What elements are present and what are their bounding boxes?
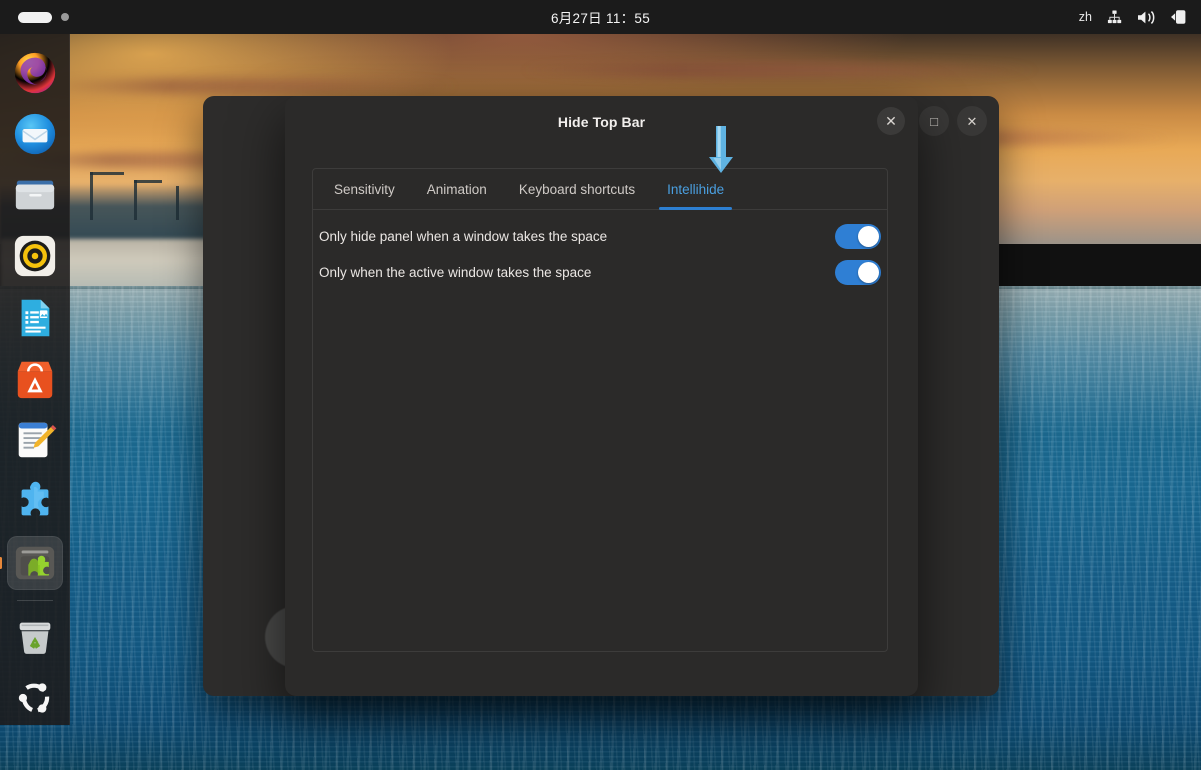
ubuntu-software-icon — [12, 356, 58, 402]
dock-item-files[interactable] — [7, 169, 63, 222]
parent-maximize-button[interactable]: □ — [919, 106, 949, 136]
status-area[interactable]: zh — [1079, 9, 1201, 25]
toggle-only-hide-panel[interactable] — [835, 224, 881, 249]
setting-row-only-hide-panel: Only hide panel when a window takes the … — [319, 218, 881, 254]
dialog-close-button[interactable]: ✕ — [877, 107, 905, 135]
extension-manager-icon — [12, 540, 58, 586]
tab-animation[interactable]: Animation — [411, 169, 503, 209]
wallpaper-crane — [176, 186, 179, 220]
top-bar: 6月27日 11：55 zh — [0, 0, 1201, 34]
activities-button[interactable] — [0, 12, 69, 23]
setting-row-only-active-window: Only when the active window takes the sp… — [319, 254, 881, 290]
toggle-knob — [858, 226, 879, 247]
tab-intellihide[interactable]: Intellihide — [651, 169, 740, 209]
dock-item-libreoffice-impress[interactable] — [7, 291, 63, 344]
show-applications-icon — [12, 675, 58, 721]
annotation-arrow-icon — [705, 126, 737, 174]
hide-top-bar-dialog: Hide Top Bar ✕ Sensitivity Animation Key… — [285, 96, 918, 696]
setting-label: Only hide panel when a window takes the … — [319, 229, 607, 244]
dock-item-ubuntu-software[interactable] — [7, 352, 63, 405]
wallpaper-crane — [134, 180, 137, 220]
dock-item-thunderbird[interactable] — [7, 107, 63, 160]
activities-dot-icon — [61, 13, 69, 21]
dialog-body: Sensitivity Animation Keyboard shortcuts… — [312, 168, 888, 652]
text-editor-icon — [12, 417, 58, 463]
dock-item-extension-manager[interactable] — [7, 536, 63, 589]
rhythmbox-icon — [12, 233, 58, 279]
activities-pill-icon — [18, 12, 52, 23]
wallpaper-crane — [134, 180, 162, 183]
setting-label: Only when the active window takes the sp… — [319, 265, 591, 280]
dock-item-trash[interactable] — [7, 610, 63, 663]
network-icon[interactable] — [1106, 10, 1123, 25]
firefox-icon — [12, 50, 58, 96]
libreoffice-impress-icon — [12, 295, 58, 341]
dock-item-rhythmbox[interactable] — [7, 230, 63, 283]
settings-list: Only hide panel when a window takes the … — [313, 210, 887, 290]
dialog-titlebar: Hide Top Bar ✕ — [285, 96, 918, 148]
battery-icon[interactable] — [1170, 9, 1187, 25]
tab-bar: Sensitivity Animation Keyboard shortcuts… — [313, 169, 887, 210]
dialog-title: Hide Top Bar — [558, 114, 645, 130]
thunderbird-icon — [12, 111, 58, 157]
clock[interactable]: 6月27日 11：55 — [551, 7, 650, 27]
files-folder-icon — [12, 172, 58, 218]
trash-icon — [12, 614, 58, 660]
dock-item-firefox[interactable] — [7, 46, 63, 99]
wallpaper-cloud — [520, 62, 1040, 78]
toggle-knob — [858, 262, 879, 283]
extensions-puzzle-icon — [12, 479, 58, 525]
parent-close-button[interactable]: ✕ — [957, 106, 987, 136]
tab-sensitivity[interactable]: Sensitivity — [318, 169, 411, 209]
tab-keyboard-shortcuts[interactable]: Keyboard shortcuts — [503, 169, 651, 209]
dock-separator — [17, 600, 53, 601]
dock-item-text-editor[interactable] — [7, 414, 63, 467]
wallpaper-crane — [90, 172, 124, 175]
language-indicator[interactable]: zh — [1079, 10, 1092, 24]
toggle-only-active-window[interactable] — [835, 260, 881, 285]
wallpaper-crane — [90, 172, 93, 220]
dock-item-extensions[interactable] — [7, 475, 63, 528]
wallpaper-cloud — [40, 78, 460, 94]
volume-icon[interactable] — [1137, 10, 1156, 25]
dock-item-show-applications[interactable] — [7, 672, 63, 725]
dock — [0, 34, 70, 725]
